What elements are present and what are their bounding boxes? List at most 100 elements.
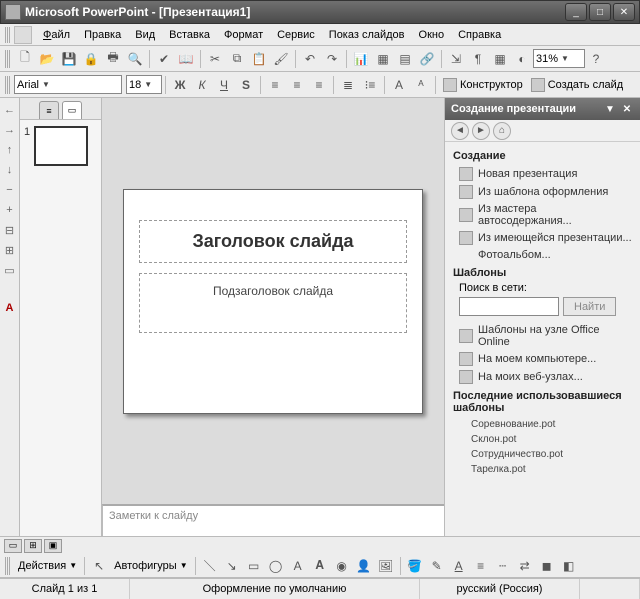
menu-service[interactable]: Сервис (270, 27, 322, 43)
back-button[interactable]: ◄ (451, 122, 469, 140)
slides-tab[interactable]: ▭ (62, 101, 82, 119)
menu-view[interactable]: Вид (128, 27, 162, 43)
link-from-existing[interactable]: Из имеющейся презентации... (453, 229, 632, 247)
link-my-computer[interactable]: На моем компьютере... (453, 350, 632, 368)
rectangle-button[interactable]: ▭ (244, 556, 264, 576)
redo-button[interactable]: ↷ (322, 49, 342, 69)
link-from-template[interactable]: Из шаблона оформления (453, 183, 632, 201)
insert-hyperlink-button[interactable]: 🔗 (417, 49, 437, 69)
select-objects-button[interactable]: ↖ (89, 556, 109, 576)
decrease-font-button[interactable]: ᴬ (411, 75, 431, 95)
permission-button[interactable]: 🔒 (81, 49, 101, 69)
show-formatting-v-button[interactable]: A (2, 300, 18, 316)
autoshapes-menu[interactable]: Автофигуры▼ (110, 556, 192, 576)
new-button[interactable]: 🗋 (15, 49, 35, 69)
menu-format[interactable]: Формат (217, 27, 270, 43)
control-menu-icon[interactable] (14, 26, 32, 44)
clipart-button[interactable]: 👤 (354, 556, 374, 576)
italic-button[interactable]: К (192, 75, 212, 95)
open-button[interactable]: 📂 (37, 49, 57, 69)
recent-template-4[interactable]: Тарелка.pot (453, 462, 632, 477)
wordart-button[interactable]: 𝐀 (310, 556, 330, 576)
dash-style-button[interactable]: ┄ (493, 556, 513, 576)
search-button[interactable]: Найти (563, 297, 616, 316)
notes-pane[interactable]: Заметки к слайду (102, 504, 444, 536)
undo-button[interactable]: ↶ (300, 49, 320, 69)
align-left-button[interactable]: ≡ (265, 75, 285, 95)
title-placeholder[interactable]: Заголовок слайда (139, 220, 407, 263)
font-size-combo[interactable]: 18▼ (126, 75, 162, 94)
collapse-button[interactable]: − (2, 182, 18, 198)
close-button[interactable]: ✕ (613, 3, 635, 21)
drawbar-handle[interactable] (5, 557, 11, 575)
insert-table-button[interactable]: ▦ (373, 49, 393, 69)
link-new-presentation[interactable]: Новая презентация (453, 165, 632, 183)
save-button[interactable]: 💾 (59, 49, 79, 69)
link-my-web[interactable]: На моих веб-узлах... (453, 368, 632, 386)
move-up-button[interactable]: ↑ (2, 142, 18, 158)
expand-all-button[interactable]: ⊞ (2, 242, 18, 258)
expand-button[interactable]: ⇲ (446, 49, 466, 69)
new-slide-button[interactable]: Создать слайд (527, 75, 627, 95)
align-right-button[interactable]: ≡ (309, 75, 329, 95)
link-photo-album[interactable]: Фотоальбом... (453, 247, 632, 263)
toolbar-handle[interactable] (5, 50, 11, 68)
recent-template-3[interactable]: Сотрудничество.pot (453, 447, 632, 462)
increase-font-button[interactable]: A (389, 75, 409, 95)
insert-picture-button[interactable]: 🖼 (376, 556, 396, 576)
bullets-button[interactable]: ⁝≡ (360, 75, 380, 95)
underline-button[interactable]: Ч (214, 75, 234, 95)
summary-slide-button[interactable]: ▭ (2, 262, 18, 278)
designer-button[interactable]: Конструктор (439, 75, 527, 95)
subtitle-placeholder[interactable]: Подзаголовок слайда (139, 273, 407, 333)
menu-slideshow[interactable]: Показ слайдов (322, 27, 412, 43)
zoom-combo[interactable]: 31%▼ (533, 49, 585, 68)
preview-button[interactable]: 🔍 (125, 49, 145, 69)
promote-button[interactable]: ← (2, 102, 18, 118)
actions-menu[interactable]: Действия▼ (14, 556, 81, 576)
template-search-input[interactable] (459, 297, 559, 316)
bold-button[interactable]: Ж (170, 75, 190, 95)
minimize-button[interactable]: _ (565, 3, 587, 21)
font-combo[interactable]: Arial▼ (14, 75, 122, 94)
maximize-button[interactable]: □ (589, 3, 611, 21)
align-center-button[interactable]: ≡ (287, 75, 307, 95)
arrow-button[interactable]: ↘ (222, 556, 242, 576)
arrow-style-button[interactable]: ⇄ (515, 556, 535, 576)
tables-borders-button[interactable]: ▤ (395, 49, 415, 69)
cut-button[interactable]: ✂ (205, 49, 225, 69)
sorter-view-button[interactable]: ⊞ (24, 539, 42, 553)
slideshow-view-button[interactable]: ▣ (44, 539, 62, 553)
format-painter-button[interactable]: 🖌 (271, 49, 291, 69)
line-color-button[interactable]: ✎ (427, 556, 447, 576)
color-grayscale-button[interactable]: ◐ (512, 49, 532, 69)
recent-template-1[interactable]: Соревнование.pot (453, 417, 632, 432)
expand-button-v[interactable]: + (2, 202, 18, 218)
status-language[interactable]: русский (Россия) (420, 579, 580, 599)
taskpane-dropdown-button[interactable]: ▼ (603, 102, 617, 116)
menu-edit[interactable]: Правка (77, 27, 128, 43)
insert-chart-button[interactable]: 📊 (351, 49, 371, 69)
recent-template-2[interactable]: Склон.pot (453, 432, 632, 447)
toolbar-handle-2[interactable] (5, 76, 11, 94)
fill-color-button[interactable]: 🪣 (405, 556, 425, 576)
shadow-style-button[interactable]: ◼ (537, 556, 557, 576)
line-style-button[interactable]: ≡ (471, 556, 491, 576)
textbox-button[interactable]: A (288, 556, 308, 576)
line-button[interactable]: ＼ (200, 556, 220, 576)
copy-button[interactable]: ⧉ (227, 49, 247, 69)
slide-thumbnail-1[interactable] (34, 126, 88, 166)
menu-file[interactable]: Файл (36, 27, 77, 43)
menubar-handle[interactable] (5, 27, 11, 43)
show-grid-button[interactable]: ▦ (490, 49, 510, 69)
numbering-button[interactable]: ≣ (338, 75, 358, 95)
menu-help[interactable]: Справка (451, 27, 508, 43)
forward-button[interactable]: ► (472, 122, 490, 140)
spelling-button[interactable]: ✔ (154, 49, 174, 69)
diagram-button[interactable]: ◉ (332, 556, 352, 576)
collapse-all-button[interactable]: ⊟ (2, 222, 18, 238)
help-button[interactable]: ? (586, 49, 606, 69)
3d-style-button[interactable]: ◧ (559, 556, 579, 576)
link-office-online[interactable]: Шаблоны на узле Office Online (453, 322, 632, 350)
demote-button[interactable]: → (2, 122, 18, 138)
